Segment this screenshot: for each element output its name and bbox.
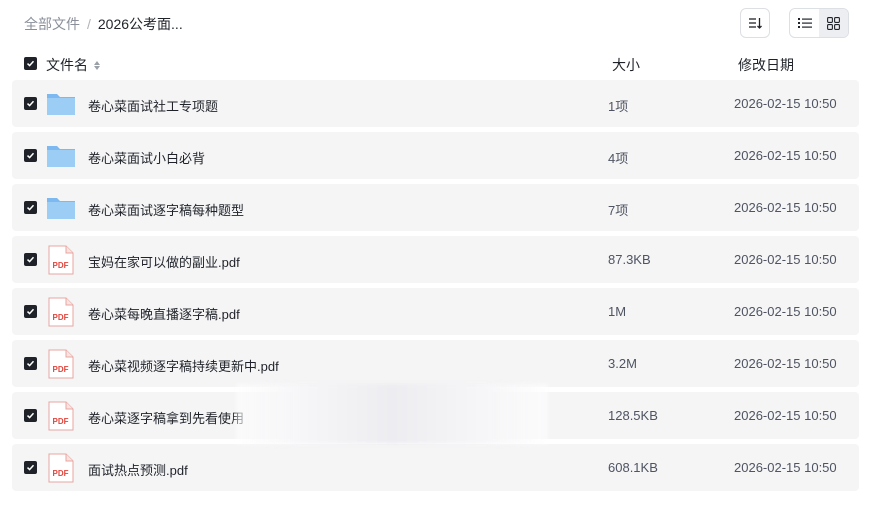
file-date: 2026-02-15 10:50 xyxy=(734,460,837,475)
pdf-file-icon: PDF xyxy=(48,349,74,379)
file-size: 3.2M xyxy=(608,356,637,371)
file-size: 608.1KB xyxy=(608,460,658,475)
pdf-badge: PDF xyxy=(53,261,69,270)
check-icon xyxy=(26,204,35,211)
file-size: 1项 xyxy=(608,99,629,114)
check-icon xyxy=(26,100,35,107)
pdf-badge: PDF xyxy=(53,417,69,426)
folder-icon xyxy=(47,198,75,219)
column-header-name[interactable]: 文件名 xyxy=(46,55,100,75)
file-date: 2026-02-15 10:50 xyxy=(734,304,837,319)
file-size: 128.5KB xyxy=(608,408,658,423)
view-toggle xyxy=(789,8,849,38)
table-row[interactable]: PDF 卷心菜每晚直播逐字稿.pdf 1M 2026-02-15 10:50 xyxy=(12,288,859,335)
table-row[interactable]: 卷心菜面试小白必背 4项 2026-02-15 10:50 xyxy=(12,132,859,179)
file-date: 2026-02-15 10:50 xyxy=(734,148,837,163)
check-icon xyxy=(26,308,35,315)
file-name[interactable]: 面试热点预测.pdf xyxy=(88,460,188,479)
check-icon xyxy=(26,60,35,67)
file-date: 2026-02-15 10:50 xyxy=(734,356,837,371)
pdf-badge: PDF xyxy=(53,469,69,478)
file-size: 1M xyxy=(608,304,627,319)
file-size: 7项 xyxy=(608,203,629,218)
breadcrumb-separator: / xyxy=(87,16,91,32)
check-icon xyxy=(26,360,35,367)
pdf-file-icon: PDF xyxy=(48,297,74,327)
list-view-icon xyxy=(797,18,812,28)
table-header: 文件名 大小 修改日期 xyxy=(12,52,859,76)
column-header-name-label: 文件名 xyxy=(46,57,88,73)
column-header-date[interactable]: 修改日期 xyxy=(738,55,794,75)
table-row[interactable]: 卷心菜面试社工专项题 1项 2026-02-15 10:50 xyxy=(12,80,859,127)
pdf-badge: PDF xyxy=(53,313,69,322)
file-name[interactable]: 卷心菜每晚直播逐字稿.pdf xyxy=(88,304,240,323)
row-checkbox[interactable] xyxy=(24,305,37,318)
row-checkbox[interactable] xyxy=(24,253,37,266)
file-name[interactable]: 卷心菜面试社工专项题 xyxy=(88,96,218,115)
table-row[interactable]: PDF 宝妈在家可以做的副业.pdf 87.3KB 2026-02-15 10:… xyxy=(12,236,859,283)
check-icon xyxy=(26,464,35,471)
file-name[interactable]: 卷心菜逐字稿拿到先看使用 xyxy=(88,408,244,427)
row-checkbox[interactable] xyxy=(24,149,37,162)
redaction-blur xyxy=(236,384,548,444)
folder-icon xyxy=(47,94,75,115)
file-date: 2026-02-15 10:50 xyxy=(734,252,837,267)
sort-icon xyxy=(749,18,762,29)
table-row[interactable]: 卷心菜面试逐字稿每种题型 7项 2026-02-15 10:50 xyxy=(12,184,859,231)
breadcrumb: 全部文件 / 2026公考面... xyxy=(24,14,183,34)
file-date: 2026-02-15 10:50 xyxy=(734,96,837,111)
row-checkbox[interactable] xyxy=(24,97,37,110)
row-checkbox[interactable] xyxy=(24,357,37,370)
pdf-badge: PDF xyxy=(53,365,69,374)
row-checkbox[interactable] xyxy=(24,409,37,422)
column-header-size[interactable]: 大小 xyxy=(612,55,640,75)
file-date: 2026-02-15 10:50 xyxy=(734,200,837,215)
file-date: 2026-02-15 10:50 xyxy=(734,408,837,423)
check-icon xyxy=(26,256,35,263)
file-name[interactable]: 卷心菜面试逐字稿每种题型 xyxy=(88,200,244,219)
table-row[interactable]: PDF 面试热点预测.pdf 608.1KB 2026-02-15 10:50 xyxy=(12,444,859,491)
file-size: 4项 xyxy=(608,151,629,166)
file-name[interactable]: 卷心菜视频逐字稿持续更新中.pdf xyxy=(88,356,279,375)
row-checkbox[interactable] xyxy=(24,461,37,474)
sort-button[interactable] xyxy=(740,8,770,38)
table-row[interactable]: PDF 卷心菜视频逐字稿持续更新中.pdf 3.2M 2026-02-15 10… xyxy=(12,340,859,387)
grid-view-icon xyxy=(827,16,840,30)
check-icon xyxy=(26,152,35,159)
grid-view-button[interactable] xyxy=(819,9,848,37)
check-icon xyxy=(26,412,35,419)
select-all-checkbox[interactable] xyxy=(24,57,37,70)
breadcrumb-current: 2026公考面... xyxy=(97,16,183,32)
file-name[interactable]: 宝妈在家可以做的副业.pdf xyxy=(88,252,240,271)
file-name[interactable]: 卷心菜面试小白必背 xyxy=(88,148,205,167)
sort-arrows-icon xyxy=(94,60,100,70)
row-checkbox[interactable] xyxy=(24,201,37,214)
file-size: 87.3KB xyxy=(608,252,651,267)
pdf-file-icon: PDF xyxy=(48,245,74,275)
pdf-file-icon: PDF xyxy=(48,401,74,431)
list-view-button[interactable] xyxy=(790,9,819,37)
folder-icon xyxy=(47,146,75,167)
breadcrumb-root-link[interactable]: 全部文件 xyxy=(24,14,80,34)
pdf-file-icon: PDF xyxy=(48,453,74,483)
